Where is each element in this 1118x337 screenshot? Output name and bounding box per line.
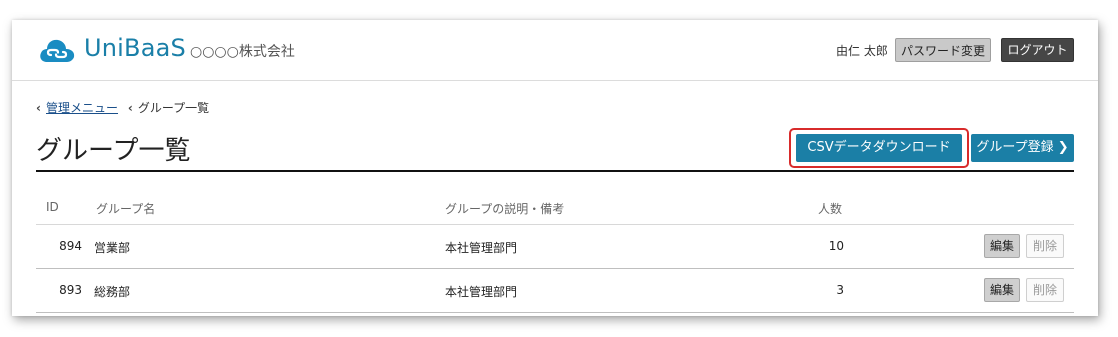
brand-name: UniBaaS — [84, 34, 186, 62]
cell-name: 営業部 — [94, 241, 131, 255]
change-password-button[interactable]: パスワード変更 — [895, 38, 991, 62]
cell-count: 3 — [836, 283, 844, 297]
user-name: 由仁 太郎 — [836, 44, 888, 58]
cell-name: 総務部 — [94, 285, 131, 299]
table-row: 894 営業部 本社管理部門 10 編集 削除 — [36, 225, 1074, 269]
app-header: UniBaaS ○○○○株式会社 由仁 太郎 パスワード変更 ログアウト — [12, 20, 1098, 81]
chevron-left-icon: ‹ — [127, 101, 133, 115]
delete-button[interactable]: 削除 — [1026, 234, 1064, 258]
logout-button[interactable]: ログアウト — [1001, 38, 1074, 62]
cell-count: 10 — [828, 239, 844, 253]
csv-download-button[interactable]: CSVデータダウンロード — [796, 134, 962, 162]
app-window: UniBaaS ○○○○株式会社 由仁 太郎 パスワード変更 ログアウト ‹ 管理… — [12, 20, 1098, 316]
chevron-left-icon: ‹ — [36, 101, 41, 115]
column-header-id: ID — [46, 200, 59, 214]
cell-description: 本社管理部門 — [445, 241, 518, 255]
page-title: グループ一覧 — [36, 136, 191, 166]
cloud-link-logo-icon — [40, 39, 75, 62]
title-divider — [36, 170, 1074, 172]
column-header-count: 人数 — [818, 202, 843, 216]
column-header-description: グループの説明・備考 — [445, 202, 565, 216]
cell-description: 本社管理部門 — [445, 285, 518, 299]
edit-button[interactable]: 編集 — [984, 234, 1020, 258]
cell-id: 894 — [59, 239, 82, 253]
table-row: 893 総務部 本社管理部門 3 編集 削除 — [36, 269, 1074, 313]
breadcrumb-current: グループ一覧 — [137, 101, 210, 115]
add-group-button[interactable]: グループ登録 ❯ — [971, 134, 1074, 162]
table-header: ID グループ名 グループの説明・備考 人数 — [36, 192, 1074, 225]
delete-button[interactable]: 削除 — [1026, 278, 1064, 302]
company-name: ○○○○株式会社 — [190, 44, 295, 60]
cell-id: 893 — [59, 283, 82, 297]
edit-button[interactable]: 編集 — [984, 278, 1020, 302]
breadcrumb-link-admin-menu[interactable]: 管理メニュー — [46, 101, 118, 115]
breadcrumb: ‹ 管理メニュー ‹ グループ一覧 — [36, 99, 209, 116]
column-header-name: グループ名 — [96, 202, 156, 216]
